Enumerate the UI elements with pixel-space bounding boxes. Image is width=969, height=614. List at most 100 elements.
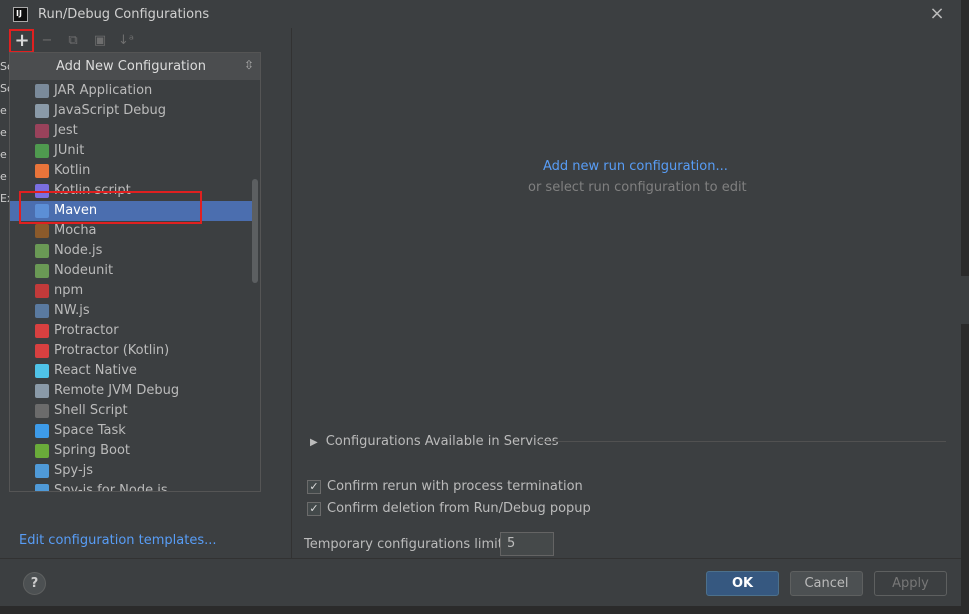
window-title: Run/Debug Configurations (38, 7, 210, 22)
services-label: Configurations Available in Services (325, 434, 559, 449)
list-item-label: Node.js (54, 243, 103, 258)
list-item-spy-js[interactable]: Spy-js (10, 461, 252, 481)
list-item-spy-js-node[interactable]: Spy-js for Node.js (10, 481, 252, 492)
list-item-label: JavaScript Debug (54, 103, 167, 118)
list-item-kotlin-script[interactable]: Kotlin script (10, 181, 252, 201)
apply-button[interactable]: Apply (874, 571, 947, 596)
list-item-kotlin[interactable]: Kotlin (10, 161, 252, 181)
list-item-react-native[interactable]: React Native (10, 361, 252, 381)
npm-icon (35, 284, 49, 298)
folder-icon[interactable]: ▣ (91, 32, 109, 50)
copy-icon[interactable]: ⧉ (64, 32, 82, 50)
list-item-nodeunit[interactable]: Nodeunit (10, 261, 252, 281)
javascript-debug-icon (35, 104, 49, 118)
confirm-rerun-label: Confirm rerun with process termination (327, 479, 583, 494)
cancel-button[interactable]: Cancel (790, 571, 863, 596)
collapse-icon[interactable]: ⇳ (242, 57, 256, 73)
sort-icon[interactable]: ↓ᵃ (117, 32, 135, 50)
list-item-jest[interactable]: Jest (10, 121, 252, 141)
strip-text: e (0, 148, 7, 161)
list-item-label: Space Task (54, 423, 126, 438)
list-item-nodejs[interactable]: Node.js (10, 241, 252, 261)
add-configuration-button[interactable]: + (13, 32, 31, 50)
list-item-remote-jvm-debug[interactable]: Remote JVM Debug (10, 381, 252, 401)
remove-icon[interactable]: − (38, 32, 56, 50)
space-task-icon (35, 424, 49, 438)
background-editor-strip: So So e e e e Ex (0, 56, 9, 216)
list-item-maven[interactable]: Maven (10, 201, 252, 221)
strip-text: So (0, 60, 9, 73)
nodeunit-icon (35, 264, 49, 278)
list-item-shell-script[interactable]: Shell Script (10, 401, 252, 421)
close-icon[interactable]: × (927, 4, 947, 24)
configurations-in-services-toggle[interactable]: ▶ Configurations Available in Services (310, 434, 559, 449)
popup-title: Add New Configuration (56, 59, 206, 74)
help-button[interactable]: ? (23, 572, 46, 595)
nwjs-icon (35, 304, 49, 318)
confirm-deletion-checkbox[interactable]: ✓ (307, 502, 321, 516)
add-new-run-configuration-link[interactable]: Add new run configuration... (543, 159, 728, 174)
list-item-label: NW.js (54, 303, 90, 318)
mocha-icon (35, 224, 49, 238)
chevron-right-icon: ▶ (310, 437, 318, 448)
spy-js-node-icon (35, 484, 49, 491)
popup-header: Add New Configuration ⇳ (10, 53, 260, 80)
list-item-space-task[interactable]: Space Task (10, 421, 252, 441)
window-edge-bottom (0, 606, 969, 614)
ok-button[interactable]: OK (706, 571, 779, 596)
list-item-label: JUnit (54, 143, 85, 158)
list-item-label: Protractor (54, 323, 119, 338)
list-item-label: React Native (54, 363, 137, 378)
list-item-protractor[interactable]: Protractor (10, 321, 252, 341)
list-item-javascript-debug[interactable]: JavaScript Debug (10, 101, 252, 121)
edit-configuration-templates-link[interactable]: Edit configuration templates... (19, 533, 217, 548)
list-item-nwjs[interactable]: NW.js (10, 301, 252, 321)
react-native-icon (35, 364, 49, 378)
spy-js-icon (35, 464, 49, 478)
protractor-kotlin-icon (35, 344, 49, 358)
temporary-limit-input[interactable]: 5 (500, 532, 554, 556)
strip-text: Ex (0, 192, 9, 205)
strip-text: So (0, 82, 9, 95)
nodejs-icon (35, 244, 49, 258)
strip-text: e (0, 170, 7, 183)
strip-text: e (0, 104, 7, 117)
splitter[interactable] (291, 28, 292, 558)
title-bar: IJ Run/Debug Configurations × (0, 0, 961, 28)
list-item-label: Mocha (54, 223, 97, 238)
confirm-rerun-checkbox[interactable]: ✓ (307, 480, 321, 494)
background-window-strip (961, 276, 969, 324)
shell-script-icon (35, 404, 49, 418)
confirm-deletion-label: Confirm deletion from Run/Debug popup (327, 501, 591, 516)
protractor-icon (35, 324, 49, 338)
spring-boot-icon (35, 444, 49, 458)
list-item-label: JAR Application (54, 83, 153, 98)
list-item-spring-boot[interactable]: Spring Boot (10, 441, 252, 461)
list-item-label: Kotlin (54, 163, 91, 178)
select-configuration-hint: or select run configuration to edit (528, 180, 747, 195)
temporary-limit-label: Temporary configurations limit: (304, 537, 508, 552)
popup-scrollbar[interactable] (252, 179, 258, 283)
intellij-app-icon: IJ (13, 7, 28, 22)
list-item-label: Jest (54, 123, 78, 138)
list-item-label: Shell Script (54, 403, 128, 418)
jar-icon (35, 84, 49, 98)
add-new-configuration-popup: Add New Configuration ⇳ JAR Application J… (9, 52, 261, 492)
list-item-label: Spy-js for Node.js (54, 483, 168, 492)
list-item-jar[interactable]: JAR Application (10, 81, 252, 101)
list-item-npm[interactable]: npm (10, 281, 252, 301)
list-item-label: Nodeunit (54, 263, 114, 278)
list-item-mocha[interactable]: Mocha (10, 221, 252, 241)
list-item-protractor-kotlin[interactable]: Protractor (Kotlin) (10, 341, 252, 361)
jest-icon (35, 124, 49, 138)
maven-icon (35, 204, 49, 218)
kotlin-icon (35, 164, 49, 178)
list-item-junit[interactable]: JUnit (10, 141, 252, 161)
list-item-label: Spy-js (54, 463, 94, 478)
list-item-label: Spring Boot (54, 443, 131, 458)
strip-text: e (0, 126, 7, 139)
junit-icon (35, 144, 49, 158)
remote-jvm-debug-icon (35, 384, 49, 398)
services-separator (536, 441, 946, 442)
list-item-label: Maven (54, 203, 98, 218)
